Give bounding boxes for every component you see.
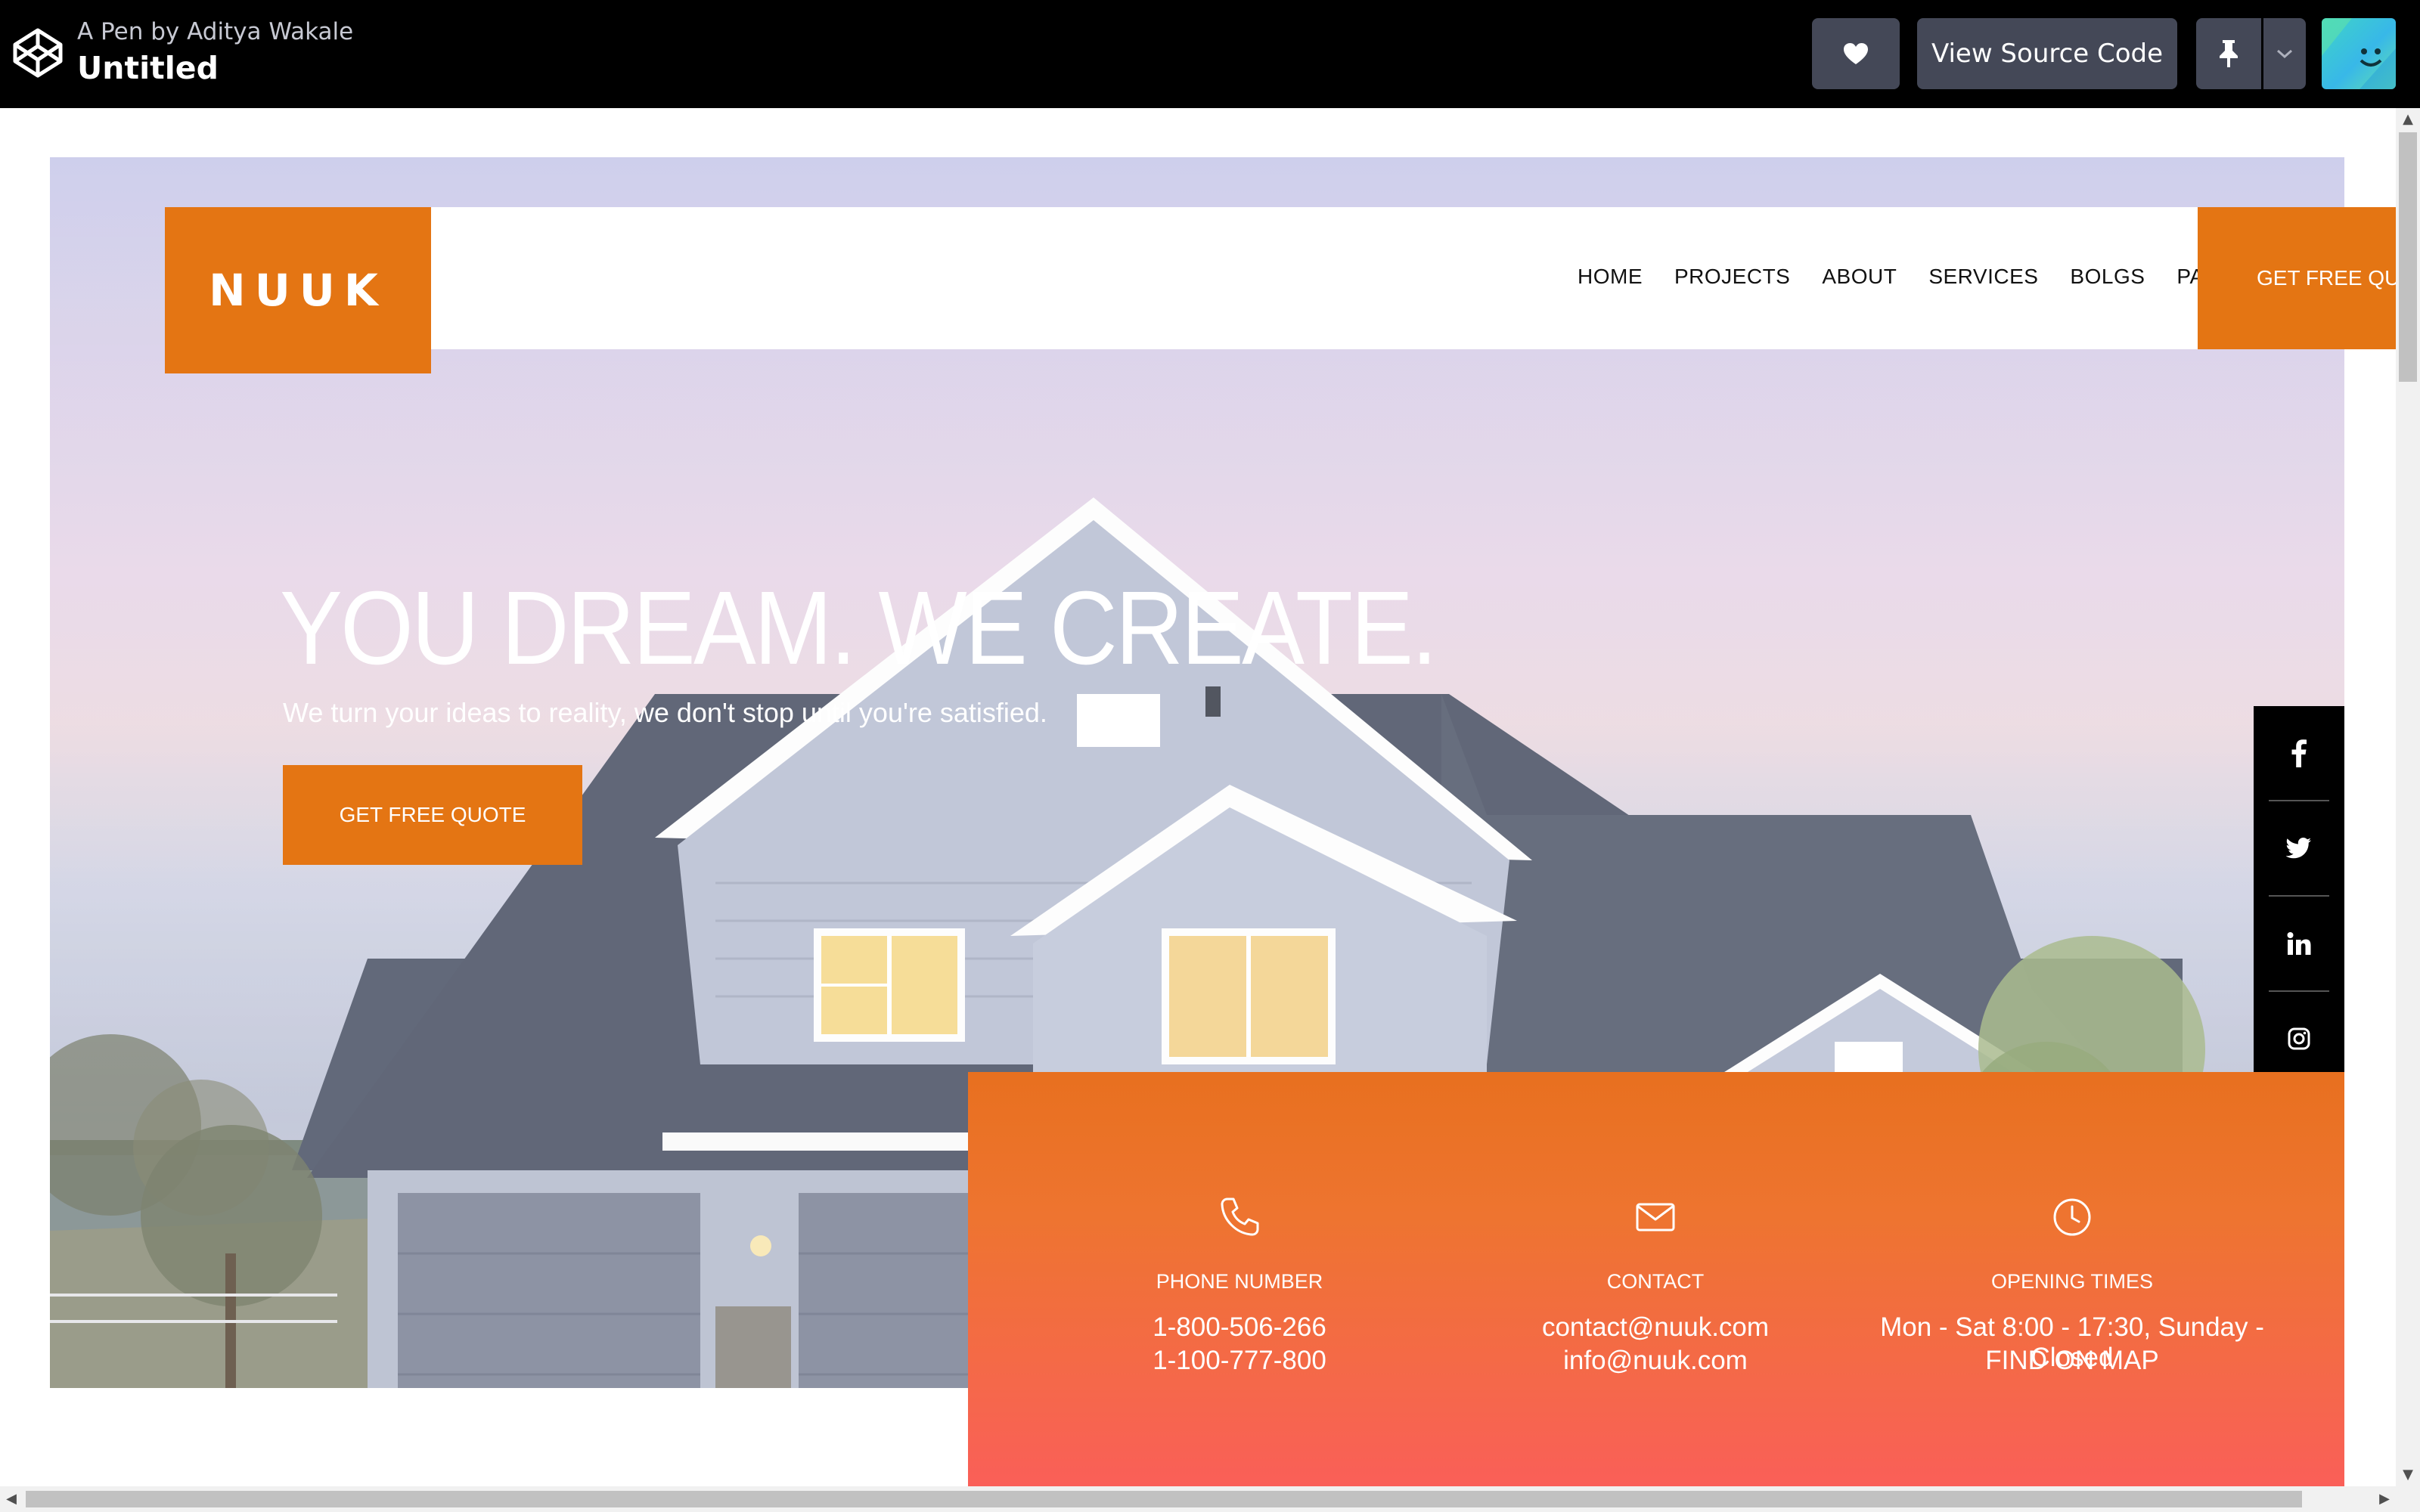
nav-menu: HOME PROJECTS ABOUT SERVICES BOLGS PAGES xyxy=(1578,265,2282,289)
contact-hours-label: OPENING TIMES xyxy=(1990,1270,2154,1293)
site-logo-text: NUUK xyxy=(209,265,387,316)
contact-phone-label: PHONE NUMBER xyxy=(1156,1270,1323,1293)
mail-icon xyxy=(1636,1203,1675,1232)
nav-home[interactable]: HOME xyxy=(1578,265,1643,289)
horizontal-scroll-thumb[interactable] xyxy=(26,1491,2302,1507)
instagram-icon xyxy=(2288,1027,2310,1050)
twitter-icon xyxy=(2286,838,2311,859)
nav-quote-button[interactable]: GET FREE QUOTE xyxy=(2198,207,2396,349)
twitter-link[interactable] xyxy=(2269,801,2329,897)
phone-icon xyxy=(1221,1198,1259,1236)
linkedin-icon xyxy=(2287,932,2311,955)
view-source-button[interactable]: View Source Code xyxy=(1917,18,2177,89)
site-logo[interactable]: NUUK xyxy=(165,207,431,373)
nav-blogs[interactable]: BOLGS xyxy=(2070,265,2145,289)
heart-icon xyxy=(1844,43,1868,64)
nav-about[interactable]: ABOUT xyxy=(1822,265,1897,289)
love-button[interactable] xyxy=(1812,18,1900,89)
pin-dropdown-button[interactable] xyxy=(2263,18,2306,89)
contact-email-1[interactable]: contact@nuuk.com xyxy=(1444,1312,1867,1343)
hero-subtitle: We turn your ideas to reality, we don't … xyxy=(283,697,1047,728)
pen-author[interactable]: A Pen by Aditya Wakale xyxy=(77,18,353,45)
horizontal-scrollbar[interactable]: ◀ ▶ xyxy=(0,1486,2420,1512)
scroll-right-arrow-icon[interactable]: ▶ xyxy=(2373,1486,2396,1512)
scroll-down-arrow-icon[interactable]: ▼ xyxy=(2396,1464,2420,1486)
clock-icon xyxy=(2053,1198,2091,1236)
contact-phone-2[interactable]: 1-100-777-800 xyxy=(1028,1346,1451,1376)
contact-panel: PHONE NUMBER 1-800-506-266 1-100-777-800… xyxy=(968,1072,2344,1486)
contact-email-2[interactable]: info@nuuk.com xyxy=(1444,1346,1867,1376)
nav-services[interactable]: SERVICES xyxy=(1928,265,2038,289)
user-avatar[interactable] xyxy=(2322,18,2396,89)
find-on-map-link[interactable]: FIND ON MAP xyxy=(1860,1346,2284,1376)
vertical-scrollbar[interactable]: ▲ ▼ xyxy=(2396,108,2420,1486)
facebook-icon xyxy=(2291,739,2307,767)
facebook-link[interactable] xyxy=(2269,706,2329,801)
chevron-down-icon xyxy=(2277,49,2292,59)
scroll-left-arrow-icon[interactable]: ◀ xyxy=(0,1486,23,1512)
pen-title: Untitled xyxy=(77,50,219,86)
avatar-icon xyxy=(2322,18,2396,89)
codepen-header: A Pen by Aditya Wakale Untitled View Sou… xyxy=(0,0,2420,108)
hero-quote-button[interactable]: GET FREE QUOTE xyxy=(283,765,582,865)
pin-icon xyxy=(2220,40,2238,67)
social-bar xyxy=(2254,706,2344,1087)
pin-button[interactable] xyxy=(2196,18,2261,89)
scroll-up-arrow-icon[interactable]: ▲ xyxy=(2396,108,2420,131)
vertical-scroll-thumb[interactable] xyxy=(2399,132,2417,382)
contact-email-label: CONTACT xyxy=(1606,1270,1705,1293)
nav-projects[interactable]: PROJECTS xyxy=(1674,265,1790,289)
hero-title: YOU DREAM. WE CREATE. xyxy=(280,570,1438,686)
codepen-logo-icon[interactable] xyxy=(12,27,64,79)
contact-phone-1[interactable]: 1-800-506-266 xyxy=(1028,1312,1451,1343)
linkedin-link[interactable] xyxy=(2269,897,2329,992)
